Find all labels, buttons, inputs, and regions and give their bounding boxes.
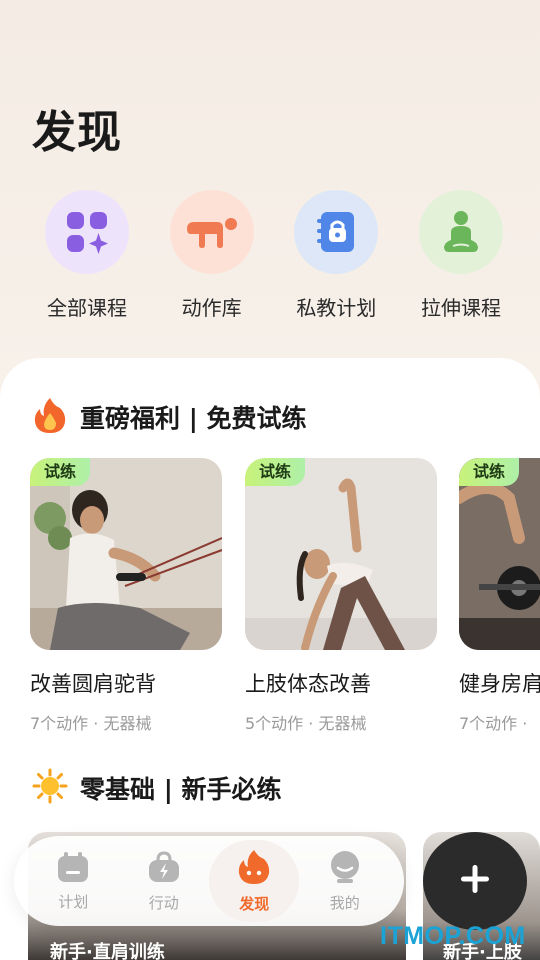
plus-icon xyxy=(459,863,491,899)
tab-discover[interactable]: 发现 xyxy=(209,840,300,922)
bottom-tab-bar: 计划 行动 发现 我的 xyxy=(14,836,404,926)
trial-tag: 试练 xyxy=(245,458,306,486)
trial-tag: 试练 xyxy=(30,458,91,486)
trial-tag: 试练 xyxy=(459,458,520,486)
section-header-welfare: 重磅福利 | 免费试练 xyxy=(32,396,307,438)
quick-entry-all-courses[interactable]: 全部课程 xyxy=(34,190,140,321)
lightning-bag-icon xyxy=(147,850,181,888)
add-button[interactable] xyxy=(423,832,527,930)
planner-book-icon xyxy=(294,190,379,274)
meditation-icon xyxy=(418,190,503,274)
fire-icon xyxy=(32,396,68,438)
sun-icon xyxy=(32,768,68,808)
tab-label: 发现 xyxy=(239,894,270,913)
discover-flame-icon xyxy=(237,849,271,889)
tab-label: 计划 xyxy=(58,892,89,911)
quick-entry-label: 私教计划 xyxy=(296,296,377,320)
course-thumbnail: 试练 xyxy=(30,458,222,650)
quick-entry-label: 拉伸课程 xyxy=(420,296,501,320)
course-title: 新手·直肩训练 xyxy=(50,942,165,960)
tab-label: 我的 xyxy=(329,893,360,912)
course-meta: 5个动作 · 无器械 xyxy=(245,714,367,733)
tab-label: 行动 xyxy=(148,893,179,912)
course-card[interactable]: 试练 改善圆肩驼背 7个动作 · 无器械 xyxy=(30,458,222,734)
quick-entry-stretch-courses[interactable]: 拉伸课程 xyxy=(408,190,514,321)
watermark: ITMOP.COM xyxy=(380,922,526,950)
course-title: 健身房肩 xyxy=(459,672,540,696)
stretch-pose-icon xyxy=(169,190,254,274)
course-card[interactable]: 试练 上肢体态改善 5个动作 · 无器械 xyxy=(245,458,437,734)
calendar-icon xyxy=(56,851,90,887)
grid-sparkle-icon xyxy=(45,190,129,274)
section-title: 零基础 | 新手必练 xyxy=(80,775,282,804)
quick-entry-exercise-library[interactable]: 动作库 xyxy=(159,190,265,321)
course-card[interactable]: 试练 健身房肩 7个动作 · xyxy=(459,458,540,734)
quick-entry-row: 全部课程 动作库 私教计划 拉伸课程 xyxy=(34,190,514,321)
tab-action[interactable]: 行动 xyxy=(119,840,209,922)
tab-plan[interactable]: 计划 xyxy=(28,840,118,922)
course-meta: 7个动作 · 无器械 xyxy=(30,714,152,733)
course-title: 上肢体态改善 xyxy=(245,672,371,696)
quick-entry-label: 全部课程 xyxy=(47,296,127,320)
quick-entry-coach-plan[interactable]: 私教计划 xyxy=(283,190,389,321)
tab-profile[interactable]: 我的 xyxy=(300,840,390,922)
course-meta: 7个动作 · xyxy=(459,714,528,733)
quick-entry-label: 动作库 xyxy=(181,296,242,320)
course-title: 改善圆肩驼背 xyxy=(30,672,156,696)
section-header-beginner: 零基础 | 新手必练 xyxy=(32,768,282,808)
course-thumbnail: 试练 xyxy=(459,458,540,650)
profile-face-icon xyxy=(328,850,362,888)
page-title: 发现 xyxy=(32,107,122,158)
section-title: 重磅福利 | 免费试练 xyxy=(80,404,307,433)
course-thumbnail: 试练 xyxy=(245,458,437,650)
